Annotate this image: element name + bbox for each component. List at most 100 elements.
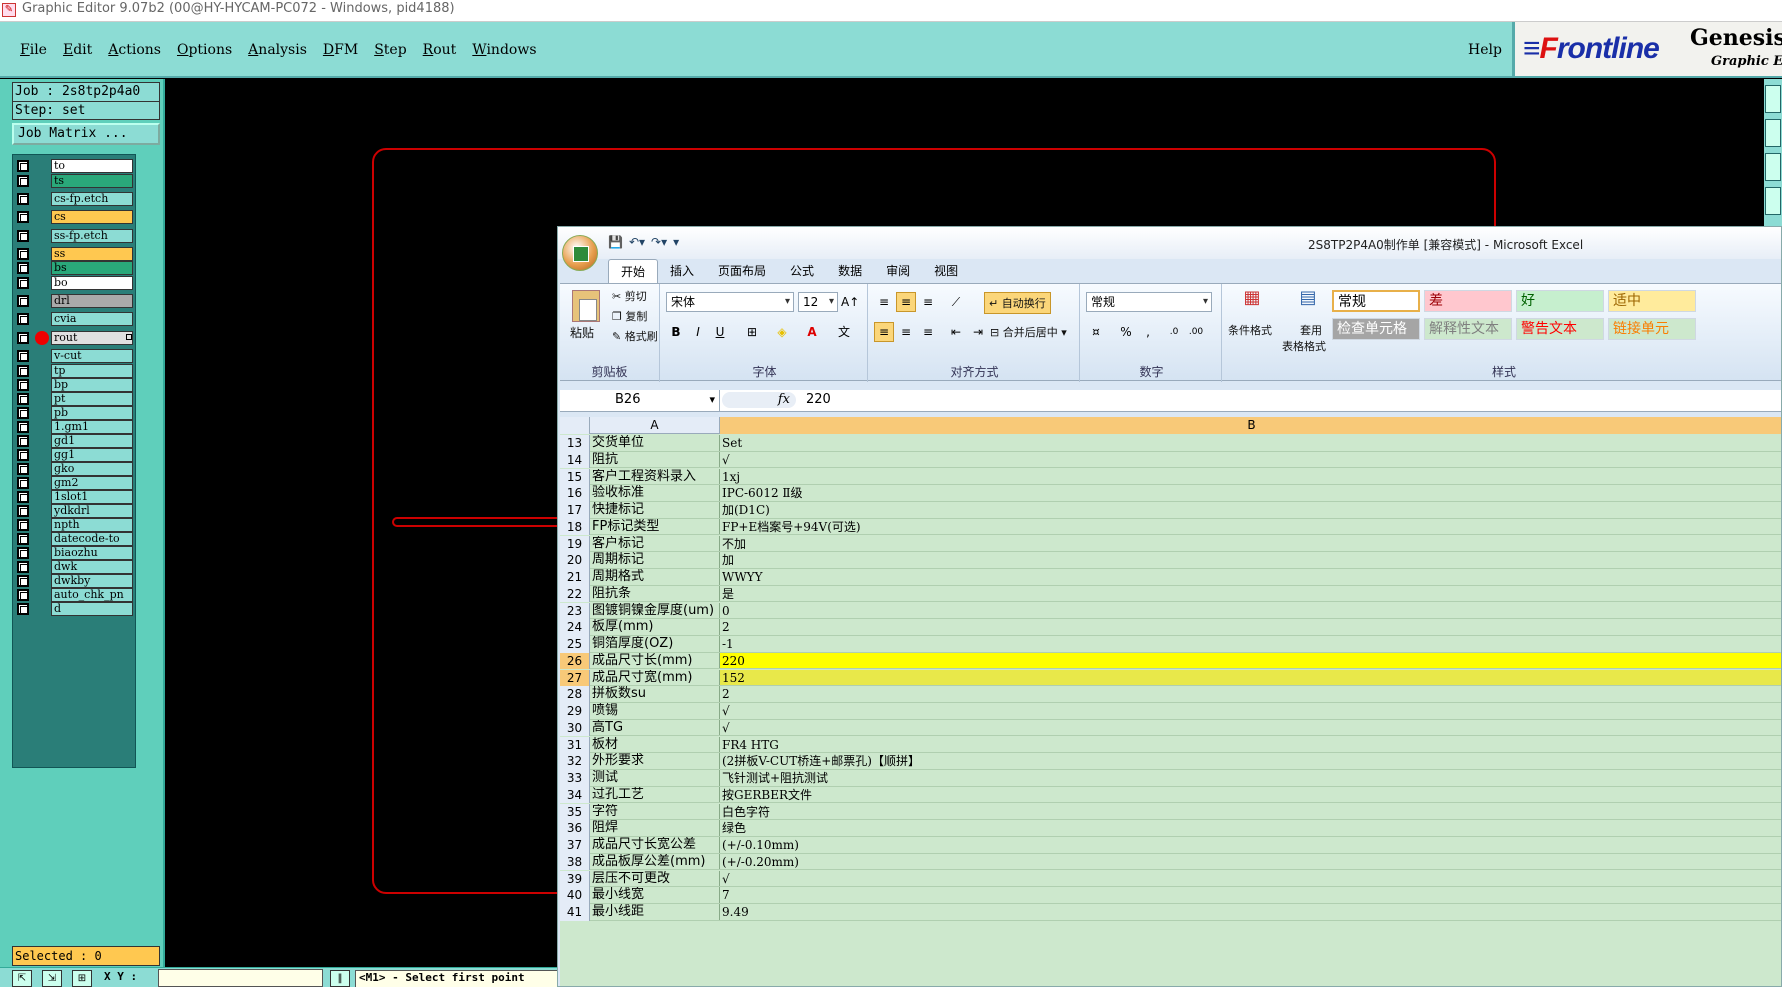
cell-b[interactable]: FP+E档案号+94V(可选) — [720, 519, 1781, 536]
cell-a[interactable]: 字符 — [590, 803, 720, 821]
layer-name[interactable]: d — [51, 602, 133, 616]
layer-row[interactable]: d — [15, 602, 135, 616]
layer-row[interactable]: to — [15, 159, 135, 173]
formula-input[interactable]: 220 — [806, 390, 831, 410]
align-left-icon[interactable]: ≡ — [874, 322, 894, 342]
increase-indent-icon[interactable]: ⇥ — [968, 322, 988, 342]
cell-b[interactable]: (+/-0.10mm) — [720, 837, 1781, 854]
layer-row[interactable]: pt — [15, 392, 135, 406]
cell-a[interactable]: 成品尺寸长(mm) — [590, 652, 720, 670]
layer-name[interactable]: npth — [51, 518, 133, 532]
row-number[interactable]: 31 — [560, 736, 590, 754]
cell-b[interactable]: √ — [720, 703, 1781, 720]
layer-row[interactable]: biaozhu — [15, 546, 135, 560]
cell-a[interactable]: 阻焊 — [590, 820, 720, 837]
cell-a[interactable]: 成品板厚公差(mm) — [590, 853, 720, 871]
cell-style-item[interactable]: 适中 — [1608, 290, 1696, 312]
underline-button[interactable]: U — [710, 322, 730, 342]
layer-name[interactable]: pb — [51, 406, 133, 420]
cell-b[interactable]: FR4 HTG — [720, 737, 1781, 754]
layer-row[interactable]: gg1 — [15, 448, 135, 462]
align-middle-icon[interactable]: ≡ — [896, 292, 916, 312]
tab-review[interactable]: 审阅 — [874, 259, 922, 283]
cell-b[interactable]: 2 — [720, 619, 1781, 636]
cell-a[interactable]: 测试 — [590, 770, 720, 787]
tab-home[interactable]: 开始 — [608, 259, 659, 283]
layer-checkbox[interactable] — [17, 365, 29, 377]
layer-checkbox[interactable] — [17, 160, 29, 172]
layer-name[interactable]: cvia — [51, 312, 133, 326]
cell-a[interactable]: 板材 — [590, 736, 720, 754]
align-center-icon[interactable]: ≡ — [896, 322, 916, 342]
layer-name[interactable]: pt — [51, 392, 133, 406]
cell-a[interactable]: 铜箔厚度(OZ) — [590, 636, 720, 653]
column-header-b[interactable]: B — [720, 417, 1781, 434]
layer-checkbox[interactable] — [17, 435, 29, 447]
layer-row[interactable]: gko — [15, 462, 135, 476]
conditional-format-icon[interactable]: ▦ — [1238, 288, 1266, 316]
layer-name[interactable]: bo — [51, 276, 133, 290]
cell-b[interactable]: (+/-0.20mm) — [720, 854, 1781, 871]
customize-icon[interactable]: ▾ — [673, 235, 679, 249]
layer-name[interactable]: rout — [51, 331, 133, 345]
layer-checkbox[interactable] — [17, 575, 29, 587]
row-number[interactable]: 18 — [560, 518, 590, 536]
layer-row[interactable]: cs — [15, 210, 135, 224]
layer-name[interactable]: dwk — [51, 560, 133, 574]
cell-b[interactable]: 152 — [720, 669, 1781, 687]
right-tool-button[interactable] — [1765, 119, 1781, 147]
layer-checkbox[interactable] — [17, 295, 29, 307]
cell-b[interactable]: 9.49 — [720, 904, 1781, 921]
layer-row[interactable]: rout — [15, 331, 135, 345]
font-size-dropdown[interactable]: 12 — [798, 292, 838, 312]
layer-checkbox[interactable] — [17, 211, 29, 223]
menu-analysis[interactable]: Analysis — [248, 42, 307, 58]
cell-style-item[interactable]: 差 — [1424, 290, 1512, 312]
layer-row[interactable]: pb — [15, 406, 135, 420]
layer-row[interactable]: v-cut — [15, 349, 135, 363]
select-tool-icon[interactable]: ⇱ — [12, 970, 32, 987]
row-number[interactable]: 17 — [560, 502, 590, 519]
cell-a[interactable]: 最小线距 — [590, 904, 720, 921]
bold-button[interactable]: B — [666, 322, 686, 342]
redo-icon[interactable]: ↷▾ — [651, 235, 667, 249]
grow-font-icon[interactable]: A↑ — [840, 292, 860, 312]
row-number[interactable]: 24 — [560, 619, 590, 636]
orientation-icon[interactable]: ⟋ — [946, 292, 966, 312]
menu-rout[interactable]: Rout — [423, 42, 457, 58]
tab-formulas[interactable]: 公式 — [778, 259, 826, 283]
layer-name[interactable]: v-cut — [51, 349, 133, 363]
row-number[interactable]: 13 — [560, 435, 590, 452]
decrease-indent-icon[interactable]: ⇤ — [946, 322, 966, 342]
layer-checkbox[interactable] — [17, 277, 29, 289]
layer-name[interactable]: bp — [51, 378, 133, 392]
layer-row[interactable]: datecode-to — [15, 532, 135, 546]
row-number[interactable]: 27 — [560, 669, 590, 687]
row-number[interactable]: 19 — [560, 535, 590, 553]
cell-b[interactable]: 220 — [720, 652, 1781, 670]
format-painter-button[interactable]: ✎ 格式刷 — [612, 328, 658, 344]
font-name-dropdown[interactable]: 宋体 — [666, 292, 794, 312]
layer-row[interactable]: 1.gm1 — [15, 420, 135, 434]
layer-checkbox[interactable] — [17, 230, 29, 242]
layer-name[interactable]: ydkdrl — [51, 504, 133, 518]
comma-icon[interactable]: , — [1138, 322, 1158, 342]
save-icon[interactable]: 💾 — [608, 235, 623, 249]
layer-checkbox[interactable] — [17, 477, 29, 489]
cell-a[interactable]: 板厚(mm) — [590, 619, 720, 636]
tab-view[interactable]: 视图 — [922, 259, 970, 283]
cell-a[interactable]: 过孔工艺 — [590, 786, 720, 804]
table-format-button-line2[interactable]: 表格格式 — [1282, 338, 1326, 354]
align-top-icon[interactable]: ≡ — [874, 292, 894, 312]
layer-checkbox[interactable] — [17, 193, 29, 205]
cell-a[interactable]: 客户标记 — [590, 535, 720, 553]
cell-a[interactable]: 阻抗条 — [590, 585, 720, 603]
coordinate-input[interactable] — [158, 969, 323, 987]
fx-icon[interactable]: fx — [722, 392, 796, 408]
cell-b[interactable]: √ — [720, 720, 1781, 737]
cell-a[interactable]: 拼板数su — [590, 686, 720, 703]
cell-a[interactable]: 喷锡 — [590, 703, 720, 720]
cell-a[interactable]: 验收标准 — [590, 485, 720, 502]
layer-row[interactable]: npth — [15, 518, 135, 532]
row-number[interactable]: 15 — [560, 468, 590, 486]
